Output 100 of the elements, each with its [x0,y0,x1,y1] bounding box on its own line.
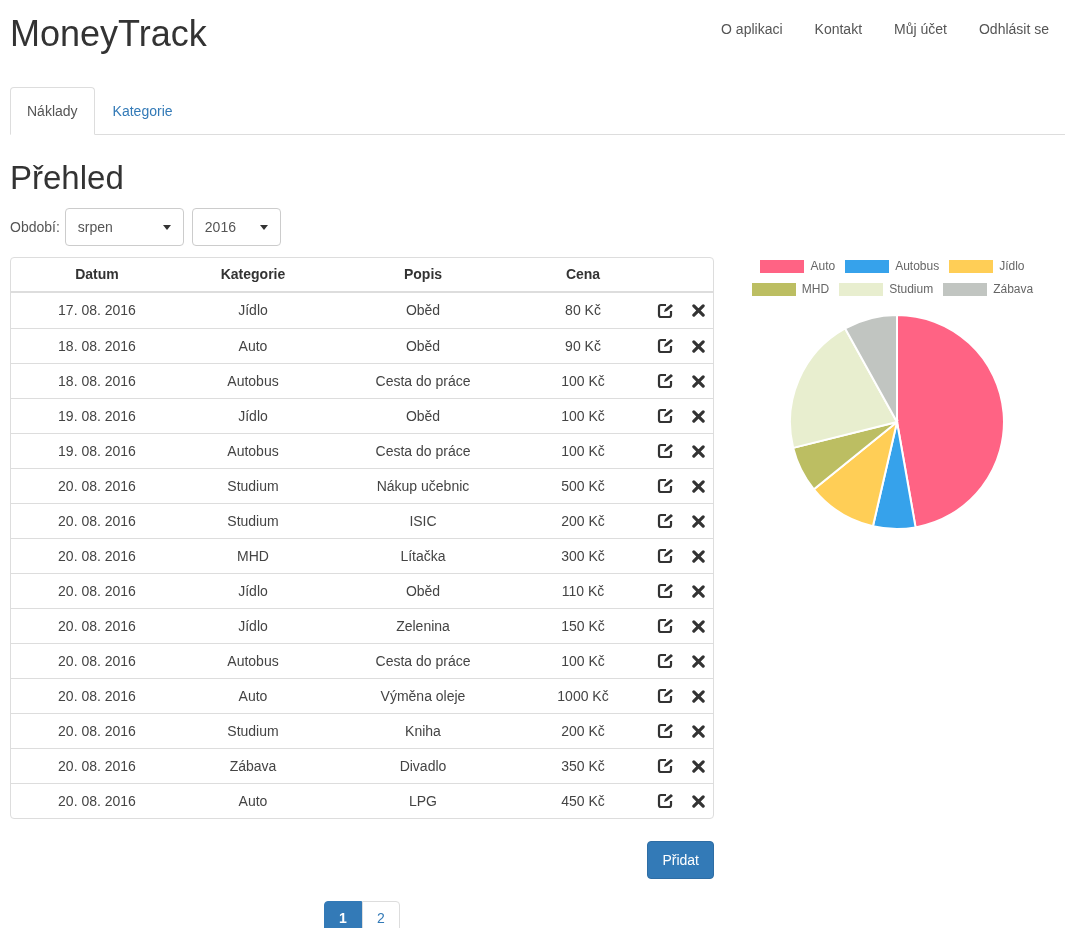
table-cell-text: Zelenina [395,616,451,636]
table-cell-text: 18. 08. 2016 [57,371,137,391]
nav-link[interactable]: Kontakt [798,18,879,40]
table-cell-text: Auto [237,336,269,356]
edit-icon[interactable] [657,338,673,354]
table-cell-text: Studium [226,511,280,531]
edit-icon[interactable] [657,408,673,424]
table-cell-text: 80 Kč [564,301,602,320]
legend-label: Auto [810,258,836,275]
table-cell-text: Cesta do práce [374,371,472,391]
caret-icon [162,224,171,230]
edit-icon[interactable] [657,723,673,739]
delete-icon[interactable] [692,759,705,773]
table-cell-text: Auto [237,686,269,706]
table-cell-text: 19. 08. 2016 [57,406,137,426]
table-cell-text: Výměna oleje [379,686,467,706]
edit-icon[interactable] [657,478,673,494]
delete-icon[interactable] [692,654,705,668]
delete-icon[interactable] [692,409,705,423]
edit-icon[interactable] [657,373,673,389]
table-cell-text: 17. 08. 2016 [57,301,137,320]
table-cell-text: 20. 08. 2016 [57,791,137,811]
table-cell-text: Divadlo [398,756,448,776]
table-cell-text: Oběd [404,581,442,601]
delete-icon[interactable] [692,479,705,493]
table-cell-text: 100 Kč [560,371,606,391]
table-cell-text: 350 Kč [560,756,606,776]
table-cell-text: 100 Kč [560,441,606,461]
legend-label: Autobus [895,258,940,275]
delete-icon[interactable] [692,549,705,563]
table-cell-text: Oběd [404,336,442,356]
nav-link[interactable]: O aplikaci [705,18,799,40]
table-cell-text: 100 Kč [560,651,606,671]
edit-icon[interactable] [657,618,673,634]
table-cell-text: 18. 08. 2016 [57,336,137,356]
delete-icon[interactable] [692,619,705,633]
edit-icon[interactable] [657,302,673,319]
table-cell-text: Jídlo [237,581,269,601]
table-cell-text: 20. 08. 2016 [57,651,137,671]
table-cell-text: Auto [237,791,269,811]
edit-icon[interactable] [657,548,673,564]
table-cell-text: 20. 08. 2016 [57,511,137,531]
table-cell-text: Zábava [228,756,278,776]
table-cell-text: 200 Kč [560,721,606,741]
table-cell-text: Autobus [226,441,280,461]
legend-label: MHD [801,281,830,298]
edit-icon[interactable] [657,513,673,529]
table-cell-text: 110 Kč [560,581,606,601]
column-header: Popis [402,265,444,284]
delete-icon[interactable] [692,584,705,598]
edit-icon[interactable] [657,793,673,809]
column-header: Datum [74,265,120,284]
caret-icon [259,224,268,230]
table-cell-text: Oběd [404,406,442,426]
edit-icon[interactable] [657,758,673,774]
edit-icon[interactable] [657,688,673,704]
legend-label: Studium [889,281,934,298]
table-cell-text: 19. 08. 2016 [57,441,137,461]
table-cell-text: Studium [226,721,280,741]
table-cell-text: Kniha [404,721,442,741]
delete-icon[interactable] [692,514,705,528]
add-button[interactable]: Přidat [647,841,714,879]
month-select[interactable]: srpen [64,208,184,246]
table-cell-text: Jídlo [237,301,269,320]
table-cell-text: 450 Kč [560,791,606,811]
table-cell-text: 300 Kč [560,546,606,566]
delete-icon[interactable] [692,444,705,458]
table-cell-text: 20. 08. 2016 [57,616,137,636]
table-cell-text: 200 Kč [560,511,606,531]
table-cell-text: 20. 08. 2016 [57,721,137,741]
table-cell-text: Autobus [226,651,280,671]
column-header: Kategorie [219,265,287,284]
table-cell-text: 20. 08. 2016 [57,476,137,496]
page-link[interactable]: 1 [324,901,362,928]
delete-icon[interactable] [692,724,705,738]
year-select[interactable]: 2016 [191,208,281,246]
edit-icon[interactable] [657,443,673,459]
delete-icon[interactable] [692,374,705,388]
period-label: Období: [10,217,60,237]
edit-icon[interactable] [657,583,673,599]
delete-icon[interactable] [692,304,705,317]
table-cell-text: 20. 08. 2016 [57,686,137,706]
table-cell-text: MHD [236,546,270,566]
table-cell-text: Nákup učebnic [375,476,471,496]
tab[interactable]: Náklady [10,87,95,135]
delete-icon[interactable] [692,794,705,808]
table-cell-text: Jídlo [237,406,269,426]
nav-link[interactable]: Můj účet [878,18,963,40]
table-cell-text: Autobus [226,371,280,391]
page-link[interactable]: 2 [362,901,400,928]
edit-icon[interactable] [657,653,673,669]
delete-icon[interactable] [692,689,705,703]
table-cell-text: 500 Kč [560,476,606,496]
table-cell-text: 100 Kč [560,406,606,426]
nav-link[interactable]: Odhlásit se [962,18,1065,40]
delete-icon[interactable] [692,339,705,353]
column-header: Cena [564,265,602,284]
tab[interactable]: Kategorie [96,88,189,134]
brand-title[interactable]: MoneyTrack [10,16,207,52]
table-cell-text: LPG [408,791,438,811]
